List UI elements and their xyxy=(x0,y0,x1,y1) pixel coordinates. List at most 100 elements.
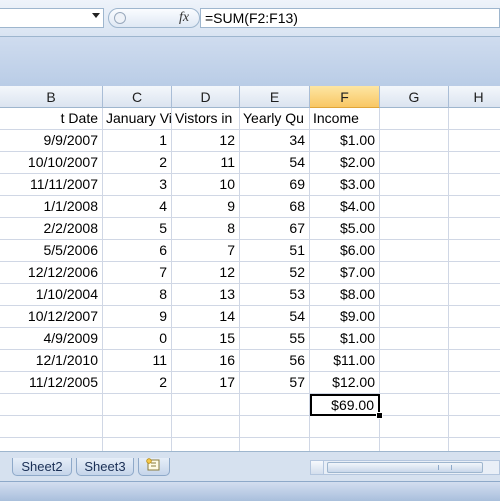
date-cell[interactable]: 12/1/2010 xyxy=(0,350,103,372)
empty-cell[interactable] xyxy=(240,438,310,451)
date-cell[interactable]: 11/12/2005 xyxy=(0,372,103,394)
empty-cell[interactable] xyxy=(449,438,500,451)
income-cell[interactable]: $9.00 xyxy=(310,306,380,328)
date-cell[interactable]: 10/10/2007 xyxy=(0,152,103,174)
header-cell[interactable]: Yearly Qu xyxy=(240,108,310,130)
column-header-e[interactable]: E xyxy=(240,86,310,108)
empty-cell[interactable] xyxy=(449,218,500,240)
visitors-cell[interactable]: 12 xyxy=(172,262,240,284)
date-cell[interactable]: 11/11/2007 xyxy=(0,174,103,196)
insert-function-button[interactable]: fx xyxy=(179,10,189,26)
empty-cell[interactable] xyxy=(449,416,500,438)
empty-cell[interactable] xyxy=(380,394,449,416)
empty-cell[interactable] xyxy=(172,438,240,451)
visitors-cell[interactable]: 17 xyxy=(172,372,240,394)
empty-cell[interactable] xyxy=(449,350,500,372)
yearly-cell[interactable]: 55 xyxy=(240,328,310,350)
yearly-cell[interactable]: 57 xyxy=(240,372,310,394)
empty-cell[interactable] xyxy=(380,108,449,130)
january-visitors-cell[interactable]: 11 xyxy=(103,350,172,372)
january-visitors-cell[interactable]: 7 xyxy=(103,262,172,284)
yearly-cell[interactable]: 51 xyxy=(240,240,310,262)
column-header-g[interactable]: G xyxy=(380,86,449,108)
column-header-d[interactable]: D xyxy=(172,86,240,108)
yearly-cell[interactable]: 52 xyxy=(240,262,310,284)
yearly-cell[interactable]: 69 xyxy=(240,174,310,196)
empty-cell[interactable] xyxy=(380,438,449,451)
empty-cell[interactable] xyxy=(380,152,449,174)
yearly-cell[interactable]: 54 xyxy=(240,306,310,328)
visitors-cell[interactable]: 11 xyxy=(172,152,240,174)
january-visitors-cell[interactable]: 3 xyxy=(103,174,172,196)
empty-cell[interactable] xyxy=(449,196,500,218)
date-cell[interactable]: 12/12/2006 xyxy=(0,262,103,284)
income-cell[interactable]: $5.00 xyxy=(310,218,380,240)
income-cell[interactable]: $4.00 xyxy=(310,196,380,218)
empty-cell[interactable] xyxy=(380,196,449,218)
empty-cell[interactable] xyxy=(310,416,380,438)
empty-cell[interactable] xyxy=(449,240,500,262)
column-header-f[interactable]: F xyxy=(310,86,380,108)
date-cell[interactable]: 2/2/2008 xyxy=(0,218,103,240)
chevron-down-icon[interactable] xyxy=(92,13,100,18)
empty-cell[interactable] xyxy=(449,108,500,130)
spreadsheet-grid[interactable]: BCDEFGHt Date January Vi Vistors in Yearly … xyxy=(0,86,500,451)
empty-cell[interactable] xyxy=(380,350,449,372)
income-cell[interactable]: $7.00 xyxy=(310,262,380,284)
header-cell[interactable]: Income xyxy=(310,108,380,130)
empty-cell[interactable] xyxy=(0,438,103,451)
empty-cell[interactable] xyxy=(449,284,500,306)
date-cell[interactable]: 4/9/2009 xyxy=(0,328,103,350)
january-visitors-cell[interactable]: 1 xyxy=(103,130,172,152)
january-visitors-cell[interactable]: 8 xyxy=(103,284,172,306)
empty-cell[interactable] xyxy=(103,416,172,438)
empty-cell[interactable] xyxy=(380,328,449,350)
income-cell[interactable]: $2.00 xyxy=(310,152,380,174)
scroll-thumb[interactable] xyxy=(327,462,483,473)
empty-cell[interactable] xyxy=(240,394,310,416)
horizontal-scrollbar[interactable] xyxy=(310,460,500,475)
empty-cell[interactable] xyxy=(380,372,449,394)
empty-cell[interactable] xyxy=(310,438,380,451)
visitors-cell[interactable]: 12 xyxy=(172,130,240,152)
date-cell[interactable]: 5/5/2006 xyxy=(0,240,103,262)
january-visitors-cell[interactable]: 9 xyxy=(103,306,172,328)
date-cell[interactable]: 10/12/2007 xyxy=(0,306,103,328)
visitors-cell[interactable]: 9 xyxy=(172,196,240,218)
january-visitors-cell[interactable]: 2 xyxy=(103,152,172,174)
column-header-h[interactable]: H xyxy=(449,86,500,108)
sheet-tab-2[interactable]: Sheet2 xyxy=(12,458,72,476)
name-box[interactable] xyxy=(0,8,104,28)
empty-cell[interactable] xyxy=(103,438,172,451)
date-cell[interactable]: 1/10/2004 xyxy=(0,284,103,306)
january-visitors-cell[interactable]: 0 xyxy=(103,328,172,350)
empty-cell[interactable] xyxy=(0,416,103,438)
yearly-cell[interactable]: 56 xyxy=(240,350,310,372)
visitors-cell[interactable]: 13 xyxy=(172,284,240,306)
empty-cell[interactable] xyxy=(380,284,449,306)
empty-cell[interactable] xyxy=(380,262,449,284)
income-cell[interactable]: $8.00 xyxy=(310,284,380,306)
date-cell[interactable]: 9/9/2007 xyxy=(0,130,103,152)
empty-cell[interactable] xyxy=(103,394,172,416)
date-cell[interactable]: 1/1/2008 xyxy=(0,196,103,218)
empty-cell[interactable] xyxy=(449,174,500,196)
income-cell[interactable]: $12.00 xyxy=(310,372,380,394)
expand-circle-icon[interactable] xyxy=(114,12,126,24)
fill-handle[interactable] xyxy=(376,412,383,419)
empty-cell[interactable] xyxy=(380,174,449,196)
january-visitors-cell[interactable]: 4 xyxy=(103,196,172,218)
january-visitors-cell[interactable]: 2 xyxy=(103,372,172,394)
empty-cell[interactable] xyxy=(172,416,240,438)
visitors-cell[interactable]: 14 xyxy=(172,306,240,328)
yearly-cell[interactable]: 68 xyxy=(240,196,310,218)
total-cell[interactable]: $69.00 xyxy=(310,394,380,416)
header-cell[interactable]: January Vi xyxy=(103,108,172,130)
empty-cell[interactable] xyxy=(449,328,500,350)
empty-cell[interactable] xyxy=(449,130,500,152)
empty-cell[interactable] xyxy=(449,394,500,416)
empty-cell[interactable] xyxy=(172,394,240,416)
header-cell[interactable]: Vistors in xyxy=(172,108,240,130)
yearly-cell[interactable]: 53 xyxy=(240,284,310,306)
visitors-cell[interactable]: 7 xyxy=(172,240,240,262)
